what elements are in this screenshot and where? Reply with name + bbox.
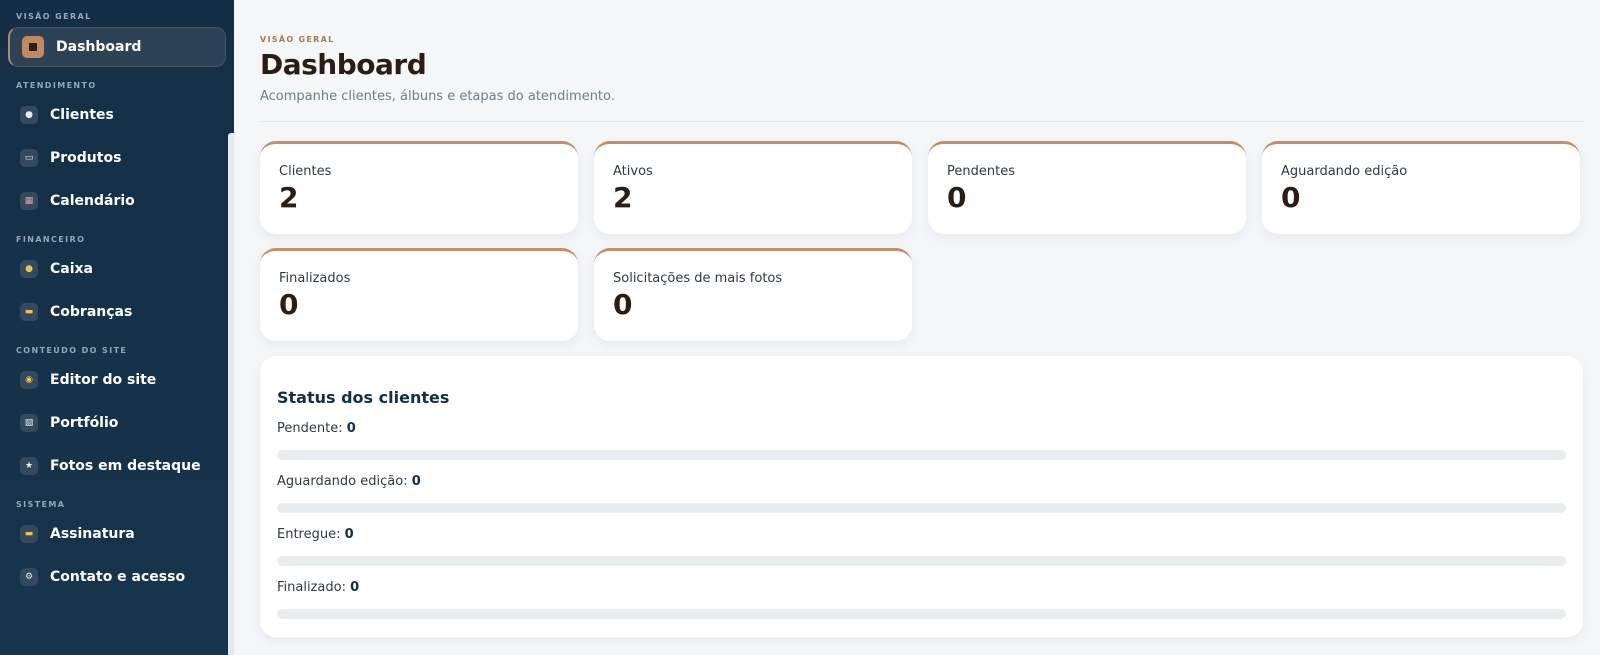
gear-icon: ⚙ [20,568,38,586]
sidebar-section-atendimento: ATENDIMENTO [16,81,97,90]
sidebar-item-label: Portfólio [50,415,119,431]
progress-bar [277,450,1566,460]
sidebar-item-fotos-em-destaque[interactable]: ★ Fotos em destaque [8,446,226,486]
status-line: Aguardando edição: 0 [277,474,1566,489]
status-label: Aguardando edição: [277,474,408,489]
page-eyebrow: VISÃO GERAL [260,35,335,44]
clients-icon: ● [20,106,38,124]
stat-value: 2 [279,181,299,214]
status-label: Finalizado: [277,580,346,595]
status-line: Pendente: 0 [277,421,1566,436]
sidebar-section-sistema: SISTEMA [16,500,66,509]
stat-label: Ativos [613,164,653,179]
sidebar-item-editor-do-site[interactable]: ◉ Editor do site [8,360,226,400]
sidebar-item-label: Fotos em destaque [50,458,201,474]
status-line: Entregue: 0 [277,527,1566,542]
stat-label: Finalizados [279,271,351,286]
sidebar-item-dashboard[interactable]: Dashboard [8,27,226,67]
status-count: 0 [350,580,360,595]
status-row-pendente: Pendente: 0 [277,421,1566,460]
sidebar-item-label: Caixa [50,261,93,277]
stat-card-clientes: Clientes 2 [260,141,578,234]
status-row-entregue: Entregue: 0 [277,527,1566,566]
sidebar-item-assinatura[interactable]: ▬ Assinatura [8,514,226,554]
page-title: Dashboard [260,48,427,81]
sidebar-item-label: Editor do site [50,372,157,388]
sidebar-item-cobrancas[interactable]: ▬ Cobranças [8,292,226,332]
status-line: Finalizado: 0 [277,580,1566,595]
sidebar-item-label: Cobranças [50,304,133,320]
stat-value: 0 [613,288,633,321]
credit-card-icon: ▬ [20,525,38,543]
header-divider [260,121,1584,122]
stat-value: 0 [947,181,967,214]
progress-bar [277,556,1566,566]
stat-card-pendentes: Pendentes 0 [928,141,1246,234]
sidebar-item-caixa[interactable]: ● Caixa [8,249,226,289]
sidebar-item-label: Assinatura [50,526,135,542]
stat-card-aguardando-edicao: Aguardando edição 0 [1262,141,1580,234]
stat-card-finalizados: Finalizados 0 [260,248,578,341]
star-icon: ★ [20,457,38,475]
sidebar-item-label: Contato e acesso [50,569,186,585]
status-row-aguardando-edicao: Aguardando edição: 0 [277,474,1566,513]
status-panel-title: Status dos clientes [277,388,450,407]
palette-icon: ◉ [20,371,38,389]
app: VISÃO GERAL Dashboard ATENDIMENTO ● Clie… [0,0,1600,655]
stat-grid: Clientes 2 Ativos 2 Pendentes 0 Aguardan… [260,141,1584,341]
status-label: Entregue: [277,527,341,542]
progress-bar [277,503,1566,513]
stat-card-solicitacoes: Solicitações de mais fotos 0 [594,248,912,341]
sidebar-section-overview: VISÃO GERAL [16,12,92,21]
sidebar-item-produtos[interactable]: ▭ Produtos [8,138,226,178]
sidebar-item-calendario[interactable]: ▦ Calendário [8,181,226,221]
sidebar-item-portfolio[interactable]: ▧ Portfólio [8,403,226,443]
page-subtitle: Acompanhe clientes, álbuns e etapas do a… [260,89,615,104]
status-label: Pendente: [277,421,343,436]
sidebar-item-clientes[interactable]: ● Clientes [8,95,226,135]
stat-card-ativos: Ativos 2 [594,141,912,234]
sidebar-item-label: Dashboard [56,39,142,55]
money-bag-icon: ● [20,260,38,278]
sidebar-scrollbar[interactable] [228,133,234,655]
stat-value: 0 [1281,181,1301,214]
progress-bar [277,609,1566,619]
stat-value: 2 [613,181,633,214]
image-icon: ▧ [20,414,38,432]
stat-value: 0 [279,288,299,321]
status-count: 0 [346,421,356,436]
sidebar-item-contato-e-acesso[interactable]: ⚙ Contato e acesso [8,557,226,597]
calendar-icon: ▦ [20,192,38,210]
stat-label: Pendentes [947,164,1015,179]
status-count: 0 [411,474,421,489]
square-icon [22,36,44,58]
sidebar-item-label: Clientes [50,107,114,123]
sidebar-section-financeiro: FINANCEIRO [16,235,86,244]
stat-label: Clientes [279,164,332,179]
sidebar-item-label: Produtos [50,150,122,166]
client-status-panel: Status dos clientes Pendente: 0 Aguardan… [260,356,1583,637]
sidebar: VISÃO GERAL Dashboard ATENDIMENTO ● Clie… [0,0,234,655]
stat-label: Solicitações de mais fotos [613,271,783,286]
sidebar-section-conteudo: CONTEÚDO DO SITE [16,346,128,355]
credit-card-icon: ▬ [20,303,38,321]
products-icon: ▭ [20,149,38,167]
stat-label: Aguardando edição [1281,164,1408,179]
sidebar-item-label: Calendário [50,193,135,209]
status-count: 0 [344,527,354,542]
status-row-finalizado: Finalizado: 0 [277,580,1566,619]
main-content: VISÃO GERAL Dashboard Acompanhe clientes… [234,0,1600,655]
